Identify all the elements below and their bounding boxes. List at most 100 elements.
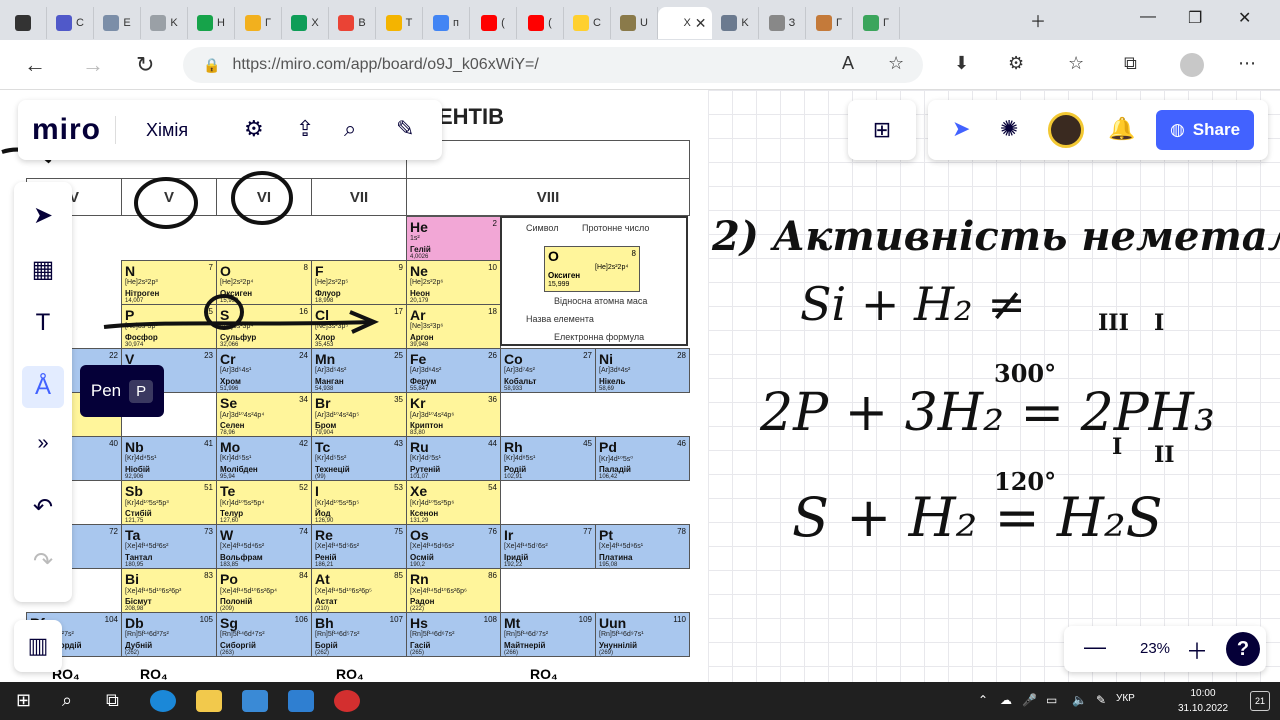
network-icon[interactable]: ▭	[1046, 693, 1057, 707]
browser-tab-bar: C E K H Г X B Tп((C U X ✕ K З Г Г ＋ — ❐ ✕	[0, 0, 1280, 40]
equation-2: 2P + 3H₂ = 2PH₃	[759, 383, 1215, 443]
tab-title: (	[501, 17, 505, 29]
microphone-icon[interactable]: 🎤	[1022, 693, 1037, 707]
browser-tab[interactable]: Г	[806, 7, 853, 39]
mail-icon[interactable]	[288, 690, 314, 712]
miro-board[interactable]: ЕНТІВ ТРУПИ ЕЛЕМЕНТІВ V V VI VII VIII He…	[0, 90, 1280, 682]
new-tab-button[interactable]: ＋	[1030, 8, 1046, 32]
tray-chevron-icon[interactable]: ⌃	[978, 693, 988, 707]
tab-title: T	[405, 17, 413, 29]
browser-tab[interactable]: U	[611, 7, 658, 39]
browser-tab[interactable]: п	[423, 7, 470, 39]
onedrive-icon[interactable]: ☁	[1000, 693, 1012, 707]
zoom-in-icon[interactable]: ＋	[1186, 634, 1208, 666]
arrow-annotation	[103, 320, 371, 329]
browser-tab[interactable]: B	[329, 7, 376, 39]
globe-icon: ◍	[1169, 120, 1185, 139]
browser-tab[interactable]: (	[517, 7, 564, 39]
settings-icon[interactable]: ⚙	[244, 116, 264, 142]
text-tool-icon[interactable]: T	[22, 302, 64, 344]
browser-tab[interactable]: T	[376, 7, 423, 39]
pen-tray-icon[interactable]: ✎	[1096, 693, 1106, 707]
search-icon[interactable]: ⌕	[344, 116, 356, 142]
pen-tooltip: Pen P	[80, 365, 164, 417]
equation-3-condition: 120°	[994, 467, 1056, 496]
zoom-out-icon[interactable]: —	[1084, 634, 1106, 660]
valence-label: III	[1098, 310, 1129, 336]
browser-tab[interactable]: X	[282, 7, 329, 39]
browser-tab[interactable]: X ✕	[658, 7, 712, 39]
tab-favicon-icon	[197, 15, 214, 31]
board-name[interactable]: Хімія	[146, 120, 188, 141]
frames-panel-icon[interactable]: ▥	[14, 620, 62, 672]
help-button[interactable]: ?	[1226, 632, 1260, 666]
reactions-icon[interactable]: ✺	[1000, 116, 1018, 142]
tab-title: Г	[265, 17, 271, 29]
equation-1: Si + H₂ ≠	[800, 277, 1026, 331]
recorder-icon[interactable]	[334, 690, 360, 712]
bell-icon[interactable]: 🔔	[1108, 116, 1135, 142]
equation-2-condition: 300°	[994, 359, 1056, 388]
browser-tab[interactable]	[0, 7, 47, 39]
favorite-add-icon[interactable]: ☆	[888, 53, 904, 74]
close-window-button[interactable]: ✕	[1238, 8, 1251, 28]
templates-icon[interactable]: ▦	[22, 248, 64, 290]
close-tab-icon[interactable]: ✕	[695, 15, 707, 32]
language-indicator[interactable]: УКР	[1116, 693, 1135, 704]
puzzle-icon[interactable]: ⚙	[1008, 53, 1024, 74]
file-explorer-icon[interactable]	[196, 690, 222, 712]
task-view-icon[interactable]: ⧉	[106, 690, 119, 711]
read-aloud-icon[interactable]: A	[842, 53, 854, 74]
browser-tab[interactable]: З	[759, 7, 806, 39]
browser-tab[interactable]: K	[141, 7, 188, 39]
forward-icon[interactable]: →	[82, 52, 104, 78]
browser-tab[interactable]: Г	[235, 7, 282, 39]
favorites-icon[interactable]: ☆	[1068, 53, 1084, 74]
browser-tab[interactable]: Г	[853, 7, 900, 39]
browser-tab[interactable]: E	[94, 7, 141, 39]
tab-favicon-icon	[481, 15, 498, 31]
tab-favicon-icon	[768, 15, 785, 31]
maximize-button[interactable]: ❐	[1188, 8, 1202, 28]
browser-tab[interactable]: C	[564, 7, 611, 39]
back-icon[interactable]: ←	[24, 52, 46, 78]
miro-logo[interactable]: miro	[32, 113, 101, 147]
cursor-follow-icon[interactable]: ➤	[952, 116, 970, 142]
browser-tab[interactable]: (	[470, 7, 517, 39]
store-icon[interactable]	[242, 690, 268, 712]
circle-annotation	[134, 177, 198, 229]
volume-icon[interactable]: 🔈	[1072, 693, 1087, 707]
avatar[interactable]	[1048, 112, 1084, 148]
clock-time: 10:00	[1190, 688, 1216, 699]
zoom-controls: — 23% ＋ ?	[1064, 626, 1266, 672]
search-icon[interactable]: ⌕	[62, 690, 72, 711]
windows-start-icon[interactable]: ⊞	[16, 690, 31, 711]
undo-icon[interactable]: ↶	[22, 486, 64, 528]
url-field[interactable]: 🔒 https://miro.com/app/board/o9J_k06xWiY…	[183, 47, 923, 83]
more-icon[interactable]: ⋯	[1238, 53, 1256, 74]
profile-icon[interactable]	[1180, 53, 1204, 77]
share-button[interactable]: ◍ Share	[1156, 110, 1254, 150]
edge-browser-icon[interactable]	[150, 690, 176, 712]
export-icon[interactable]: ⇪	[296, 116, 314, 142]
browser-tab[interactable]: H	[188, 7, 235, 39]
plugin-icon[interactable]: ✎	[396, 116, 414, 142]
circle-annotation	[231, 171, 293, 225]
browser-tab[interactable]: C	[47, 7, 94, 39]
minimize-button[interactable]: —	[1140, 8, 1156, 26]
apps-icon[interactable]: ⊞	[848, 100, 916, 160]
clock[interactable]: 10:00 31.10.2022	[1170, 686, 1236, 716]
extension-icon[interactable]: ⬇	[954, 53, 969, 74]
refresh-icon[interactable]: ↻	[136, 52, 154, 78]
collections-icon[interactable]: ⧉	[1124, 53, 1137, 74]
browser-tab[interactable]: K	[712, 7, 759, 39]
notification-center-icon[interactable]: 21	[1250, 691, 1270, 711]
zoom-level[interactable]: 23%	[1140, 640, 1170, 657]
select-tool-icon[interactable]: ➤	[22, 194, 64, 236]
redo-icon[interactable]: ↷	[22, 540, 64, 582]
pen-tool-icon[interactable]: Å	[22, 366, 64, 408]
tab-favicon-icon	[15, 15, 31, 31]
divider	[115, 116, 117, 144]
more-tools-icon[interactable]: »	[22, 422, 64, 464]
tab-favicon-icon	[291, 15, 308, 31]
